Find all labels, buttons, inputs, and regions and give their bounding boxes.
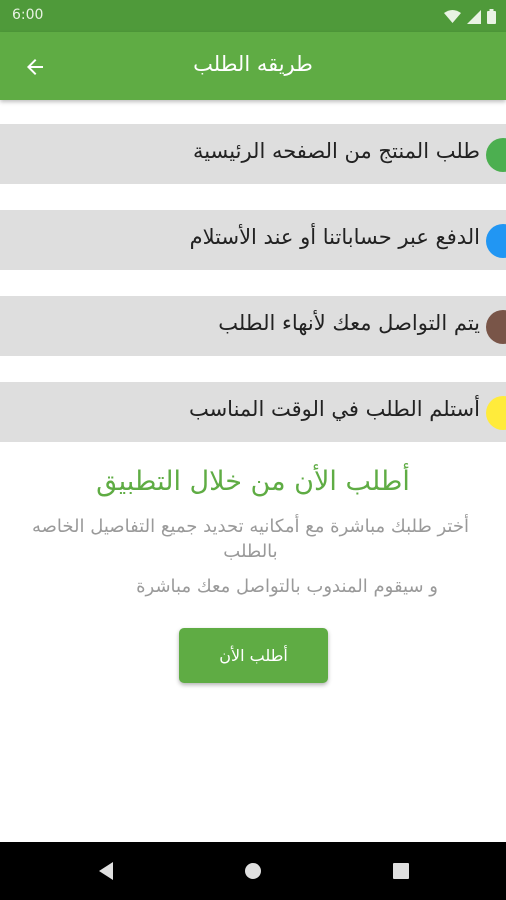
- step-dot: [486, 138, 506, 172]
- status-icons: [444, 9, 496, 24]
- nav-recents-icon: [393, 863, 409, 879]
- step-dot: [486, 224, 506, 258]
- step-item-4: أستلم الطلب في الوقت المناسب: [0, 382, 506, 442]
- nav-back-button[interactable]: [95, 860, 117, 882]
- page-title: طريقه الطلب: [193, 52, 313, 76]
- step-item-1: طلب المنتج من الصفحه الرئيسية: [0, 124, 506, 184]
- status-bar: 6:00: [0, 0, 506, 32]
- order-now-button[interactable]: أطلب الأن: [179, 628, 328, 683]
- step-dot: [486, 310, 506, 344]
- battery-icon: [487, 9, 496, 24]
- signal-icon: [467, 9, 481, 24]
- nav-home-button[interactable]: [242, 860, 264, 882]
- step-item-3: يتم التواصل معك لأنهاء الطلب: [0, 296, 506, 356]
- step-label: الدفع عبر حساباتنا أو عند الأستلام: [189, 225, 480, 249]
- nav-recents-button[interactable]: [390, 860, 412, 882]
- promo-title: أطلب الأن من خلال التطبيق: [96, 466, 410, 497]
- app-bar: طريقه الطلب: [0, 32, 506, 100]
- promo-description: أختر طلبك مباشرة مع أمكانيه تحديد جميع ا…: [32, 516, 469, 562]
- step-label: يتم التواصل معك لأنهاء الطلب: [218, 311, 480, 335]
- promo-note: و سيقوم المندوب بالتواصل معك مباشرة: [136, 576, 438, 597]
- step-dot: [486, 396, 506, 430]
- nav-home-icon: [245, 863, 261, 879]
- step-label: أستلم الطلب في الوقت المناسب: [188, 397, 480, 421]
- step-label: طلب المنتج من الصفحه الرئيسية: [192, 139, 480, 163]
- order-now-label: أطلب الأن: [219, 646, 288, 665]
- wifi-icon: [444, 9, 461, 23]
- system-nav-bar: [0, 842, 506, 900]
- status-time: 6:00: [12, 7, 44, 23]
- step-item-2: الدفع عبر حساباتنا أو عند الأستلام: [0, 210, 506, 270]
- nav-back-icon: [99, 862, 113, 880]
